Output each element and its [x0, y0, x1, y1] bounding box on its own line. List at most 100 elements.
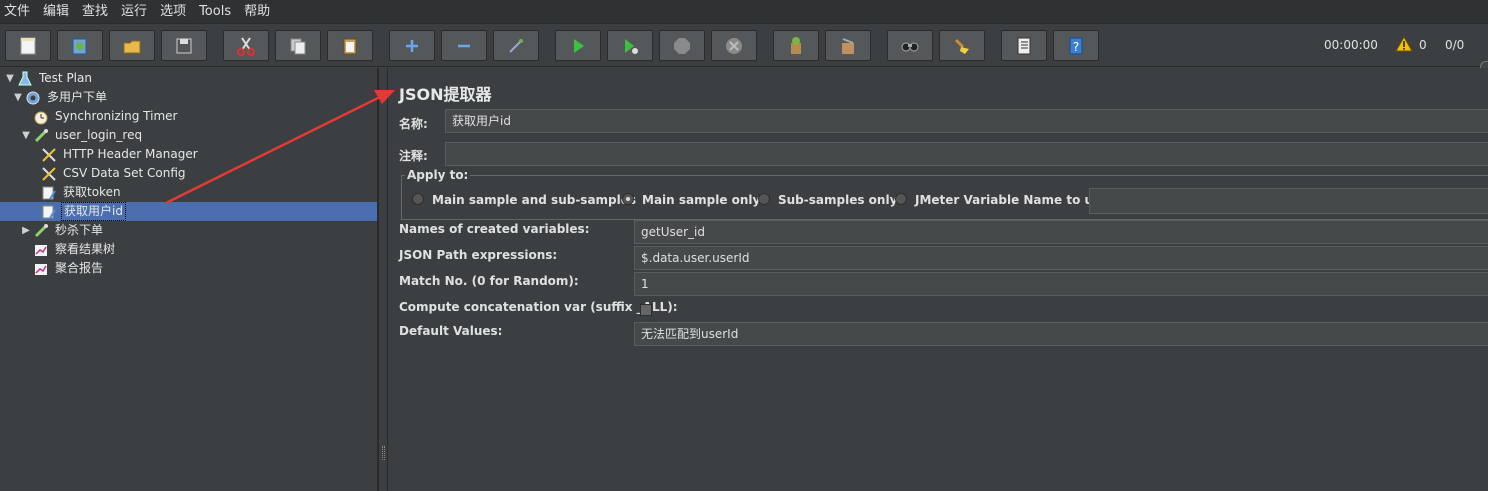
field-label: Names of created variables: — [399, 222, 590, 236]
wrench-icon — [40, 165, 57, 182]
tree-item-label: 获取token — [63, 185, 121, 199]
shutdown-icon — [726, 37, 742, 54]
jmeter-variable-input[interactable] — [1089, 188, 1488, 214]
menu-search[interactable]: 查找 — [82, 1, 108, 23]
stop-button[interactable] — [659, 30, 705, 61]
templates-button[interactable] — [57, 30, 103, 61]
comment-field[interactable] — [445, 142, 1488, 166]
pipette-icon — [32, 127, 49, 144]
expand-arrow-icon[interactable]: ▶ — [20, 225, 32, 236]
menu-tools[interactable]: Tools — [199, 1, 231, 23]
field-label: Compute concatenation var (suffix _ALL): — [399, 300, 678, 314]
menu-bar: 文件 编辑 查找 运行 选项 Tools 帮助 — [0, 0, 1488, 24]
comment-label: 注释: — [399, 149, 428, 163]
thread-count: 0/0 — [1445, 38, 1465, 52]
radio-label-main-and-sub[interactable]: Main sample and sub-samples — [432, 193, 636, 207]
page-title: JSON提取器 — [399, 85, 492, 104]
name-label: 名称: — [399, 117, 428, 131]
match-number-field[interactable]: 1 — [634, 272, 1488, 296]
help-button[interactable]: ? — [1053, 30, 1099, 61]
field-label: Match No. (0 for Random): — [399, 274, 579, 288]
cut-button[interactable] — [223, 30, 269, 61]
menu-file[interactable]: 文件 — [4, 1, 30, 23]
copy-button[interactable] — [275, 30, 321, 61]
json-extractor-panel: JSON提取器 名称: 获取用户id 注释: Apply to: Main sa… — [389, 68, 1488, 491]
warning-icon[interactable] — [1395, 35, 1413, 55]
tree-item-seckill-sampler[interactable]: ▶ 秒杀下单 — [20, 221, 105, 240]
expand-arrow-icon[interactable]: ▼ — [20, 130, 32, 141]
cut-icon — [237, 36, 255, 56]
stop-icon — [674, 37, 690, 54]
start-no-pause-button[interactable] — [607, 30, 653, 61]
concatenation-checkbox[interactable] — [640, 304, 652, 316]
help-icon: ? — [1069, 37, 1083, 54]
panel-splitter[interactable] — [378, 68, 388, 491]
test-plan-tree: ▼ Test Plan ▼ 多用户下单 Synchronizing Timer … — [0, 68, 378, 491]
tree-item-view-results[interactable]: 察看结果树 — [32, 240, 117, 259]
radio-label-jmeter-variable[interactable]: JMeter Variable Name to use — [915, 193, 1108, 207]
save-icon — [176, 38, 192, 53]
expand-arrow-icon[interactable]: ▼ — [4, 73, 16, 84]
svg-text:?: ? — [1073, 40, 1079, 54]
menu-edit[interactable]: 编辑 — [43, 1, 69, 23]
tree-item-label: Synchronizing Timer — [55, 109, 178, 123]
splitter-grip-icon[interactable] — [382, 446, 385, 460]
json-path-field[interactable]: $.data.user.userId — [634, 246, 1488, 270]
open-button[interactable] — [109, 30, 155, 61]
collapse-all-button[interactable] — [441, 30, 487, 61]
tree-item-get-token[interactable]: 获取token — [40, 183, 123, 202]
expand-all-button[interactable] — [389, 30, 435, 61]
clear-all-button[interactable] — [825, 30, 871, 61]
variable-names-field[interactable]: getUser_id — [634, 220, 1488, 244]
menu-run[interactable]: 运行 — [121, 1, 147, 23]
radio-jmeter-variable[interactable] — [895, 193, 907, 205]
tree-item-thread-group[interactable]: ▼ 多用户下单 — [12, 88, 109, 107]
name-field[interactable]: 获取用户id — [445, 109, 1488, 133]
elapsed-timer: 00:00:00 — [1324, 38, 1378, 52]
search-button[interactable] — [887, 30, 933, 61]
tree-item-get-user-id[interactable]: 获取用户id — [0, 202, 377, 221]
tree-item-sync-timer[interactable]: Synchronizing Timer — [32, 107, 179, 126]
warning-count: 0 — [1419, 38, 1427, 52]
tree-item-header-manager[interactable]: HTTP Header Manager — [40, 145, 200, 164]
tree-item-csv-config[interactable]: CSV Data Set Config — [40, 164, 188, 183]
toolbar: ? 00:00:00 0 0/0 — [0, 25, 1488, 83]
clear-button[interactable] — [773, 30, 819, 61]
default-values-field[interactable]: 无法匹配到userId — [634, 322, 1488, 346]
radio-label-sub-only[interactable]: Sub-samples only — [778, 193, 897, 207]
tree-item-label: 多用户下单 — [47, 90, 108, 104]
collapse-icon — [458, 44, 470, 47]
copy-icon — [290, 38, 306, 54]
shutdown-button[interactable] — [711, 30, 757, 61]
paste-button[interactable] — [327, 30, 373, 61]
field-label: JSON Path expressions: — [399, 248, 558, 262]
tree-item-label: Test Plan — [39, 71, 92, 85]
menu-options[interactable]: 选项 — [160, 1, 186, 23]
new-button[interactable] — [5, 30, 51, 61]
tree-item-test-plan[interactable]: ▼ Test Plan — [4, 69, 94, 88]
chart-icon — [32, 241, 49, 258]
tree-item-label: 秒杀下单 — [55, 223, 104, 237]
radio-main-and-sub[interactable] — [412, 193, 424, 205]
search-icon — [901, 42, 919, 51]
start-button[interactable] — [555, 30, 601, 61]
chart-icon — [32, 260, 49, 277]
save-button[interactable] — [161, 30, 207, 61]
radio-label-main-only[interactable]: Main sample only — [642, 193, 760, 207]
menu-help[interactable]: 帮助 — [244, 1, 270, 23]
pipette-icon — [32, 222, 49, 239]
tree-item-label: user_login_req — [55, 128, 143, 142]
expand-arrow-icon[interactable]: ▼ — [12, 92, 24, 103]
tree-item-aggregate-report[interactable]: 聚合报告 — [32, 259, 105, 278]
radio-main-only[interactable] — [622, 193, 634, 205]
toggle-button[interactable] — [493, 30, 539, 61]
tree-item-label: HTTP Header Manager — [63, 147, 198, 161]
paste-icon — [343, 38, 357, 54]
radio-sub-only[interactable] — [758, 193, 770, 205]
reset-search-icon — [954, 38, 969, 54]
tree-item-label: 获取用户id — [61, 202, 126, 221]
function-helper-button[interactable] — [1001, 30, 1047, 61]
function-helper-icon — [1017, 37, 1031, 54]
reset-search-button[interactable] — [939, 30, 985, 61]
tree-item-login-sampler[interactable]: ▼ user_login_req — [20, 126, 144, 145]
